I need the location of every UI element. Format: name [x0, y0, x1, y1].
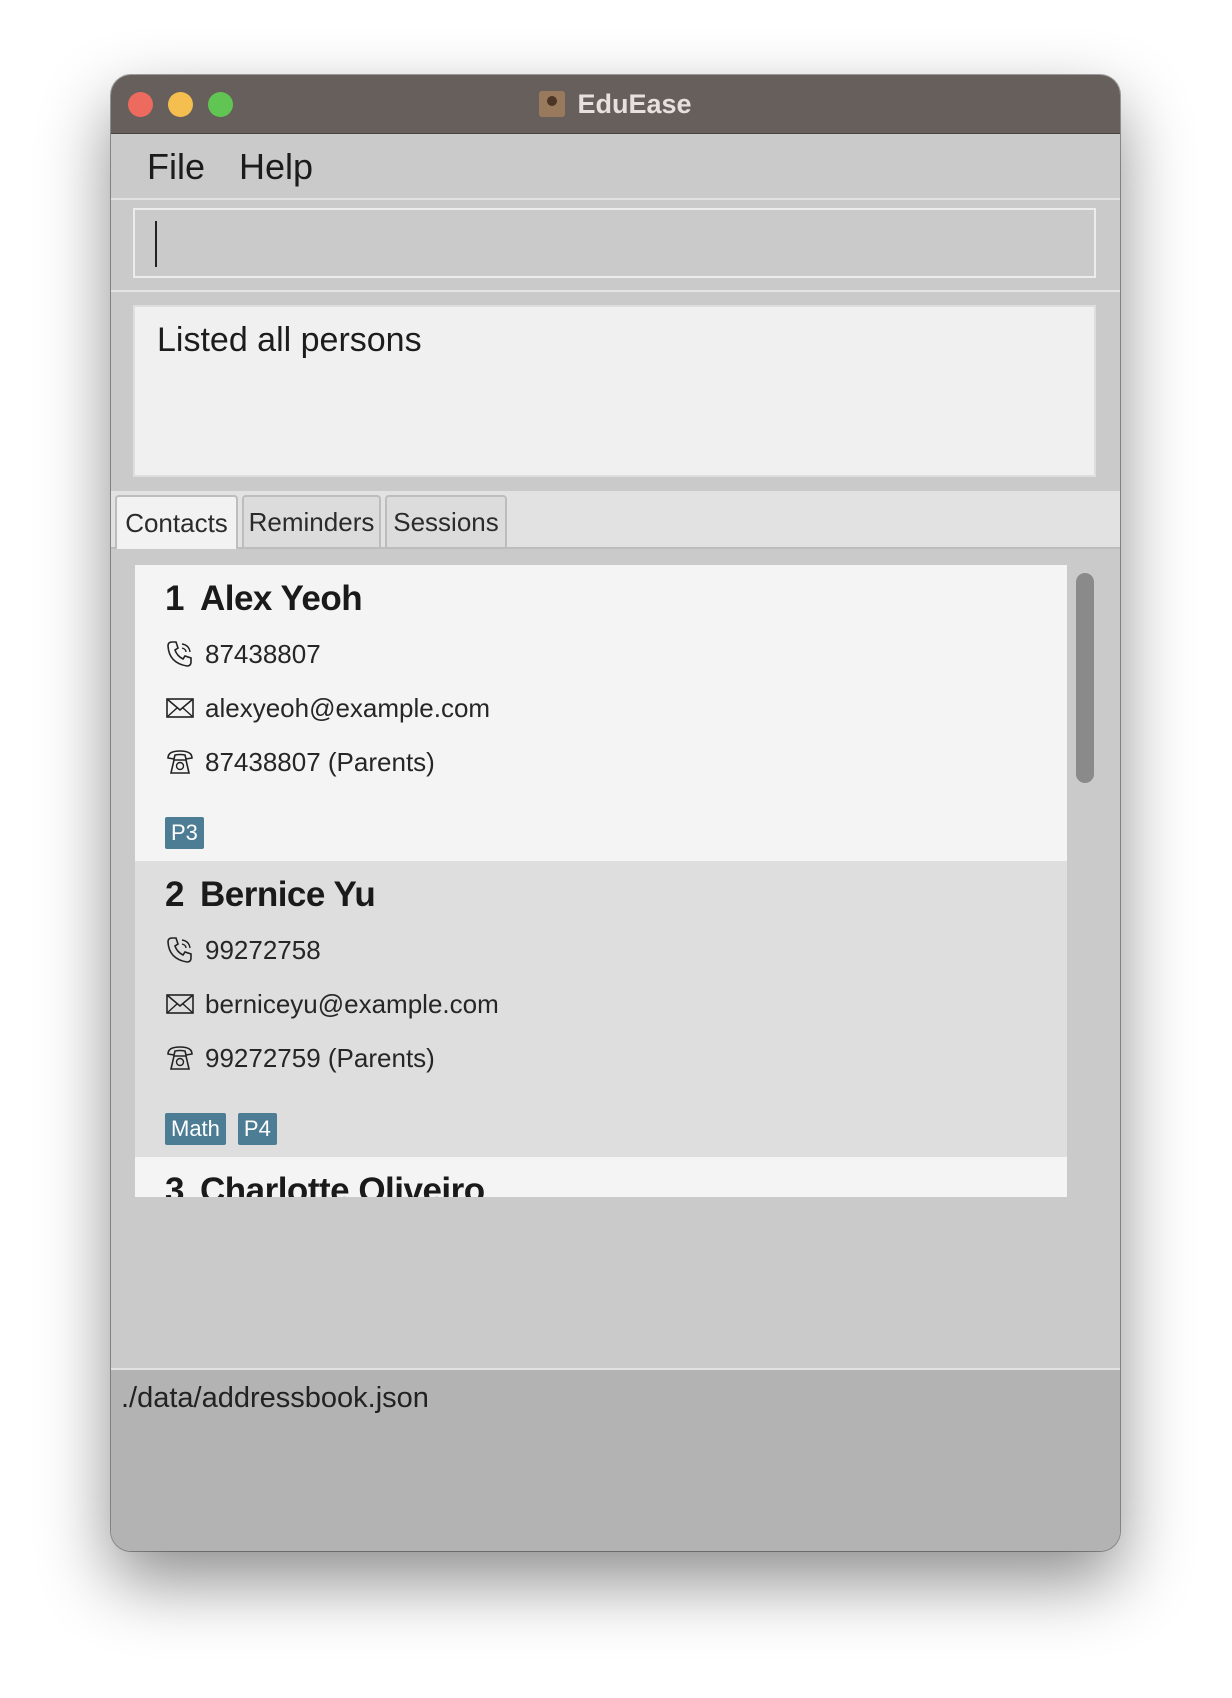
scroll-thumb[interactable] [1076, 573, 1094, 783]
contact-name: Charlotte Oliveiro [199, 1171, 485, 1197]
contact-card[interactable]: 3 Charlotte Oliveiro [135, 1157, 1067, 1197]
result-message: Listed all persons [157, 321, 422, 359]
data-file-path: ./data/addressbook.json [121, 1382, 429, 1414]
menu-help[interactable]: Help [239, 146, 313, 188]
contact-tags: P3 [165, 817, 216, 849]
contact-phone-row: 99272758 [165, 933, 321, 967]
tab-reminders[interactable]: Reminders [242, 495, 381, 547]
phone-icon [167, 641, 192, 667]
contact-heading: 1 Alex Yeoh [165, 579, 363, 619]
phone-icon [167, 937, 192, 963]
contact-email-row: alexyeoh@example.com [165, 691, 490, 725]
contact-email: alexyeoh@example.com [205, 692, 491, 723]
contact-email-row: berniceyu@example.com [165, 987, 499, 1021]
contact-email: berniceyu@example.com [205, 988, 499, 1019]
contact-parent-row: 99272759 (Parents) [165, 1041, 435, 1075]
app-window: EduEase File Help Listed all persons Con… [111, 75, 1120, 1551]
app-icon [539, 91, 566, 117]
tab-sessions[interactable]: Sessions [385, 495, 507, 547]
title-bar: EduEase [111, 75, 1120, 134]
contact-list[interactable]: 1 Alex Yeoh 87438807 alexyeoh@example.com… [135, 565, 1067, 1197]
contact-parent-phone: 87438807 (Parents) [205, 746, 435, 777]
contact-card[interactable]: 1 Alex Yeoh 87438807 alexyeoh@example.com… [135, 565, 1067, 861]
contact-index: 2 [165, 875, 184, 914]
window-title: EduEase [577, 88, 692, 119]
result-display: Listed all persons [133, 305, 1096, 477]
tab-bar: Contacts Reminders Sessions [111, 491, 1120, 549]
contact-index: 3 [165, 1171, 184, 1197]
tag-badge: Math [165, 1113, 226, 1145]
contact-parent-phone: 99272759 (Parents) [205, 1042, 435, 1073]
telephone-icon [167, 750, 193, 774]
menu-bar: File Help [111, 134, 1120, 200]
contact-card[interactable]: 2 Bernice Yu 99272758 berniceyu@example.c… [135, 861, 1067, 1157]
mail-icon [166, 994, 194, 1014]
contact-index: 1 [165, 579, 184, 618]
contact-heading: 2 Bernice Yu [165, 875, 376, 915]
contact-name: Bernice Yu [199, 875, 376, 914]
tag-badge: P4 [237, 1113, 277, 1145]
text-caret [155, 221, 157, 267]
contact-parent-row: 87438807 (Parents) [165, 745, 435, 779]
telephone-icon [167, 1046, 193, 1070]
contact-name: Alex Yeoh [199, 579, 363, 618]
contact-phone: 87438807 [205, 638, 321, 669]
contact-phone: 99272758 [205, 934, 321, 965]
contact-tags: Math P4 [165, 1113, 289, 1145]
menu-file[interactable]: File [147, 146, 205, 188]
contact-heading: 3 Charlotte Oliveiro [165, 1171, 485, 1197]
command-input[interactable] [133, 208, 1096, 278]
tab-contacts[interactable]: Contacts [115, 495, 238, 549]
mail-icon [166, 698, 194, 718]
divider [111, 290, 1120, 292]
tag-badge: P3 [165, 817, 204, 849]
contact-phone-row: 87438807 [165, 637, 321, 671]
status-bar: ./data/addressbook.json [111, 1368, 1120, 1551]
contact-list-panel: 1 Alex Yeoh 87438807 alexyeoh@example.com… [111, 549, 1120, 1368]
list-scrollbar[interactable] [1074, 565, 1094, 1197]
